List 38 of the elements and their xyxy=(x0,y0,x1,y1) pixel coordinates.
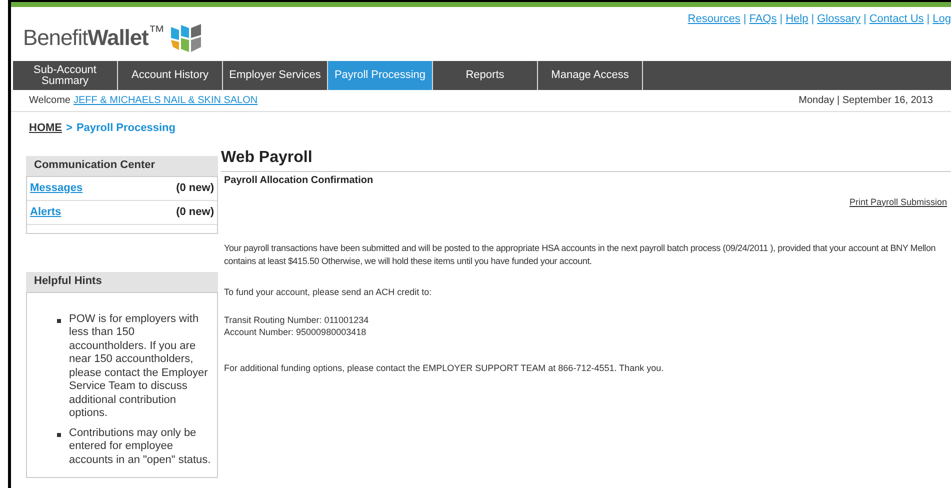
page-title: Web Payroll xyxy=(221,146,951,172)
breadcrumb-current: Payroll Processing xyxy=(76,121,176,136)
new-count: (0 new) xyxy=(176,180,214,196)
header-link[interactable]: Glossary xyxy=(817,11,860,28)
header-link[interactable]: Contact Us xyxy=(869,11,924,28)
header-link[interactable]: Help xyxy=(786,11,808,28)
header-link[interactable]: Log xyxy=(932,11,951,28)
account-detail: Transit Routing Number: 011001234 xyxy=(224,314,370,326)
link-separator: | xyxy=(864,12,866,27)
panel-header: Helpful Hints xyxy=(26,272,218,292)
nav-tab[interactable]: Payroll Processing xyxy=(328,61,433,90)
home-link[interactable]: HOME xyxy=(29,120,62,136)
logo-icon xyxy=(170,22,202,52)
hint-text: Contributions may only be entered for employee accounts in an "open" status. xyxy=(69,426,211,467)
print-link[interactable]: Print Payroll Submission xyxy=(849,196,947,209)
account-detail: Account Number: 95000980003418 xyxy=(224,326,368,338)
header-link[interactable]: Resources xyxy=(688,11,740,28)
link-separator: | xyxy=(811,12,814,27)
confirmation-text: Your payroll transactions have been submitted and will be posted to the appropriate HSA accounts in the next payroll batch process (09/24/2011 ), provided that your account at BNY Mellon contains at least $415.50 Otherwise, we will hold these items until you have funded your account. xyxy=(224,242,937,268)
contact-text: For additional funding options, please contact the EMPLOYER SUPPORT TEAM at 866-712-4551. Thank you. xyxy=(224,362,665,375)
header-link[interactable]: FAQs xyxy=(749,11,777,28)
panel-link[interactable]: Alerts xyxy=(30,204,62,220)
bullet-icon xyxy=(57,318,61,322)
bullet-icon xyxy=(57,432,61,436)
date-text: Monday | September 16, 2013 xyxy=(798,94,933,108)
logo-text: BenefitWallet$^{™}$ xyxy=(23,22,164,52)
link-separator: | xyxy=(926,12,930,27)
section-title: Payroll Allocation Confirmation xyxy=(224,174,374,188)
welcome-label: Welcome xyxy=(29,94,70,108)
panel-header: Communication Center xyxy=(26,156,218,176)
panel-link[interactable]: Messages xyxy=(30,180,83,196)
instruction-text: To fund your account, please send an ACH credit to: xyxy=(224,286,433,299)
breadcrumb-separator: > xyxy=(66,121,72,136)
account-name-link[interactable]: JEFF & MICHAELS NAIL & SKIN SALON xyxy=(74,93,258,108)
new-count: (0 new) xyxy=(176,204,214,220)
link-separator: | xyxy=(780,12,783,27)
link-separator: | xyxy=(743,12,746,27)
hint-text: POW is for employers with less than 150 accountholders. If you are near 150 accountholders, please contact the Employer Service Team to discuss additional contribution options. xyxy=(69,312,209,420)
